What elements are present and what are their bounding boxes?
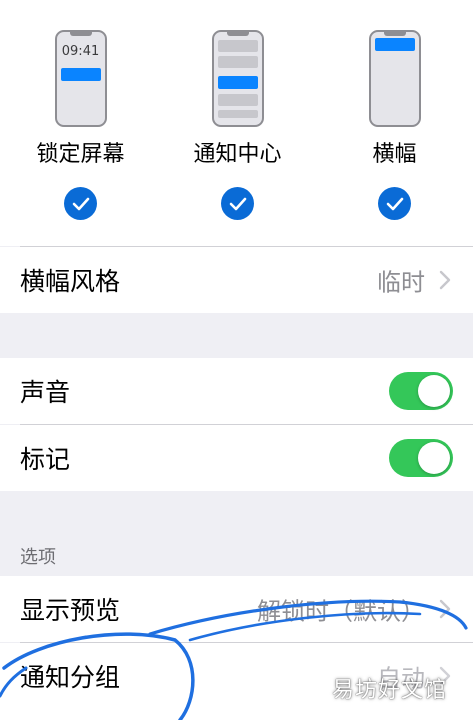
lock-screen-time: 09:41 bbox=[61, 44, 100, 59]
banner-notification-bar bbox=[374, 38, 415, 51]
notification-center-preview-icon bbox=[211, 30, 264, 127]
sounds-row: 声音 bbox=[0, 358, 473, 424]
show-previews-label: 显示预览 bbox=[20, 596, 121, 625]
banner-style-row[interactable]: 横幅风格 临时 bbox=[0, 247, 473, 313]
lock-screen-checkmark-icon[interactable] bbox=[64, 187, 97, 220]
list-placeholder bbox=[217, 40, 258, 52]
list-placeholder bbox=[217, 110, 258, 118]
banners-checkmark-icon[interactable] bbox=[378, 187, 411, 220]
toggle-knob bbox=[418, 442, 450, 474]
watermark-logo: 易坊好文馆 bbox=[331, 678, 447, 703]
banner-style-label: 横幅风格 bbox=[20, 267, 121, 296]
notification-grouping-label: 通知分组 bbox=[20, 663, 121, 692]
toggle-knob bbox=[418, 375, 450, 407]
badges-label: 标记 bbox=[20, 445, 71, 474]
chevron-right-icon bbox=[439, 599, 451, 619]
options-section-header: 选项 bbox=[20, 547, 56, 568]
phone-notch bbox=[226, 32, 249, 36]
badges-toggle[interactable] bbox=[389, 439, 453, 477]
list-placeholder bbox=[217, 94, 258, 106]
alert-style-panel: 09:41 锁定屏幕 通知中心 横幅 bbox=[0, 0, 473, 246]
notification-center-highlight-bar bbox=[217, 76, 258, 89]
alert-style-notification-center[interactable]: 通知中心 bbox=[159, 0, 316, 246]
banner-preview-icon bbox=[368, 30, 421, 127]
banner-style-value: 临时 bbox=[377, 268, 425, 297]
sounds-toggle[interactable] bbox=[389, 372, 453, 410]
alert-style-label: 通知中心 bbox=[193, 142, 282, 167]
badges-row: 标记 bbox=[0, 425, 473, 491]
sounds-label: 声音 bbox=[20, 378, 71, 407]
phone-notch bbox=[69, 32, 92, 36]
alert-style-label: 锁定屏幕 bbox=[36, 142, 125, 167]
lock-screen-preview-icon: 09:41 bbox=[54, 30, 107, 127]
alert-style-lock-screen[interactable]: 09:41 锁定屏幕 bbox=[2, 0, 159, 246]
notification-center-checkmark-icon[interactable] bbox=[221, 187, 254, 220]
show-previews-value: 解锁时（默认） bbox=[257, 597, 425, 626]
chevron-right-icon bbox=[439, 270, 451, 290]
alert-style-label: 横幅 bbox=[372, 142, 417, 167]
alert-style-banners[interactable]: 横幅 bbox=[316, 0, 473, 246]
show-previews-row[interactable]: 显示预览 解锁时（默认） bbox=[0, 576, 473, 642]
phone-notch bbox=[383, 32, 406, 36]
lock-screen-notification-bar bbox=[60, 68, 101, 81]
list-placeholder bbox=[217, 56, 258, 68]
